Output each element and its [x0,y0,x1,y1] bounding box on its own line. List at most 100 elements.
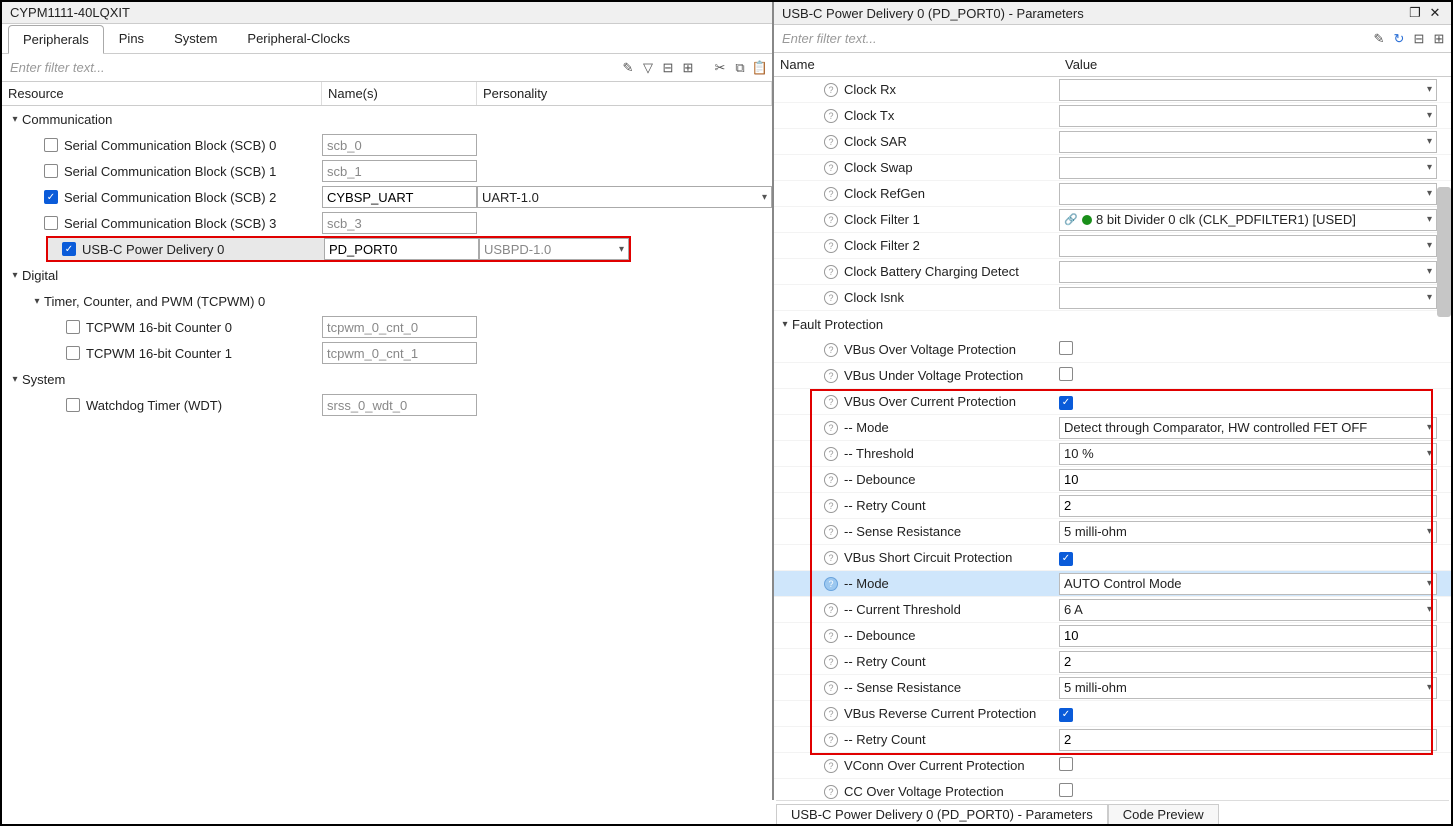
help-icon[interactable]: ? [824,551,838,565]
checkbox[interactable]: ✓ [62,242,76,256]
chevron-down-icon[interactable]: ▾ [778,319,792,330]
value-dropdown[interactable]: ▾ [1059,131,1437,153]
row-scb2[interactable]: ✓Serial Communication Block (SCB) 2 UART… [2,184,772,210]
close-icon[interactable]: ✕ [1427,5,1443,21]
group-tcpwm[interactable]: ▾Timer, Counter, and PWM (TCPWM) 0 [2,288,772,314]
right-filter-input[interactable] [778,27,1367,50]
help-icon[interactable]: ? [824,187,838,201]
help-icon[interactable]: ? [824,421,838,435]
checkbox[interactable] [1059,367,1073,381]
tab-periph-clocks[interactable]: Peripheral-Clocks [232,24,365,53]
checkbox[interactable] [66,398,80,412]
tab-system[interactable]: System [159,24,232,53]
filter-icon[interactable]: ▽ [640,60,656,76]
cut-icon[interactable]: ✂ [712,60,728,76]
value-dropdown[interactable]: 6 A▾ [1059,599,1437,621]
value-input[interactable] [1059,625,1437,647]
expand-icon[interactable]: ⊟ [660,60,676,76]
value-dropdown[interactable]: ▾ [1059,235,1437,257]
name-input[interactable] [324,238,479,260]
help-icon[interactable]: ? [824,733,838,747]
col-resource[interactable]: Resource [2,82,322,105]
row-scb0[interactable]: Serial Communication Block (SCB) 0 [2,132,772,158]
help-icon[interactable]: ? [824,499,838,513]
chevron-down-icon[interactable]: ▾ [8,270,22,281]
help-icon[interactable]: ? [824,525,838,539]
checkbox[interactable]: ✓ [1059,552,1073,566]
help-icon[interactable]: ? [824,109,838,123]
value-input[interactable] [1059,729,1437,751]
value-dropdown[interactable]: 5 milli-ohm▾ [1059,677,1437,699]
checkbox[interactable] [1059,783,1073,797]
checkbox[interactable]: ✓ [1059,396,1073,410]
checkbox[interactable] [66,346,80,360]
name-input[interactable] [322,134,477,156]
group-digital[interactable]: ▾Digital [2,262,772,288]
checkbox[interactable] [44,164,58,178]
value-dropdown[interactable]: 10 %▾ [1059,443,1437,465]
group-fault-protection[interactable]: ▾ Fault Protection [774,311,1451,337]
refresh-icon[interactable]: ↻ [1391,31,1407,47]
col-param-name[interactable]: Name [780,57,1065,72]
help-icon[interactable]: ? [824,239,838,253]
chevron-down-icon[interactable]: ▾ [30,296,44,307]
eraser-icon[interactable]: ✎ [1371,31,1387,47]
eraser-icon[interactable]: ✎ [620,60,636,76]
expand-icon[interactable]: ⊟ [1411,31,1427,47]
help-icon[interactable]: ? [824,603,838,617]
checkbox[interactable]: ✓ [1059,708,1073,722]
group-system[interactable]: ▾System [2,366,772,392]
help-icon[interactable]: ? [824,629,838,643]
help-icon[interactable]: ? [824,473,838,487]
value-dropdown[interactable]: AUTO Control Mode▾ [1059,573,1437,595]
personality-dropdown[interactable]: USBPD-1.0▾ [479,238,629,260]
help-icon[interactable]: ? [824,655,838,669]
tab-pins[interactable]: Pins [104,24,159,53]
value-input[interactable] [1059,651,1437,673]
help-icon[interactable]: ? [824,681,838,695]
name-input[interactable] [322,212,477,234]
help-icon[interactable]: ? [824,369,838,383]
row-wdt[interactable]: Watchdog Timer (WDT) [2,392,772,418]
collapse-icon[interactable]: ⊞ [680,60,696,76]
scrollbar-thumb[interactable] [1437,187,1451,317]
value-dropdown[interactable]: ▾ [1059,157,1437,179]
name-input[interactable] [322,186,477,208]
value-dropdown[interactable]: ▾ [1059,79,1437,101]
left-filter-input[interactable] [6,56,616,79]
name-input[interactable] [322,342,477,364]
paste-icon[interactable]: 📋 [752,60,768,76]
row-cnt0[interactable]: TCPWM 16-bit Counter 0 [2,314,772,340]
col-param-value[interactable]: Value [1065,57,1445,72]
checkbox[interactable] [44,216,58,230]
value-input[interactable] [1059,495,1437,517]
value-dropdown[interactable]: Detect through Comparator, HW controlled… [1059,417,1437,439]
name-input[interactable] [322,160,477,182]
help-icon[interactable]: ? [824,135,838,149]
value-input[interactable] [1059,469,1437,491]
help-icon[interactable]: ? [824,577,838,591]
group-communication[interactable]: ▾Communication [2,106,772,132]
help-icon[interactable]: ? [824,707,838,721]
row-cnt1[interactable]: TCPWM 16-bit Counter 1 [2,340,772,366]
bottom-tab-code-preview[interactable]: Code Preview [1108,804,1219,824]
value-dropdown[interactable]: ▾ [1059,105,1437,127]
help-icon[interactable]: ? [824,759,838,773]
checkbox[interactable] [1059,341,1073,355]
help-icon[interactable]: ? [824,83,838,97]
checkbox[interactable]: ✓ [44,190,58,204]
checkbox[interactable] [44,138,58,152]
row-scb1[interactable]: Serial Communication Block (SCB) 1 [2,158,772,184]
help-icon[interactable]: ? [824,291,838,305]
checkbox[interactable] [1059,757,1073,771]
checkbox[interactable] [66,320,80,334]
help-icon[interactable]: ? [824,447,838,461]
help-icon[interactable]: ? [824,265,838,279]
col-personality[interactable]: Personality [477,82,772,105]
help-icon[interactable]: ? [824,343,838,357]
restore-icon[interactable]: ❐ [1407,5,1423,21]
collapse-icon[interactable]: ⊞ [1431,31,1447,47]
value-dropdown[interactable]: 5 milli-ohm▾ [1059,521,1437,543]
value-dropdown[interactable]: ▾ [1059,261,1437,283]
help-icon[interactable]: ? [824,161,838,175]
